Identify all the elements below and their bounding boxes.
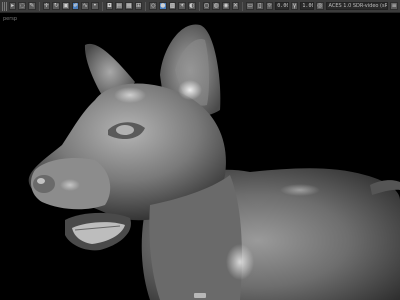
3d-viewport[interactable] (0, 13, 400, 300)
status-badge (194, 293, 206, 298)
viewport-camera-label: persp (3, 16, 18, 22)
dog-sculpt-model (28, 24, 400, 300)
dog-nose (33, 175, 55, 193)
